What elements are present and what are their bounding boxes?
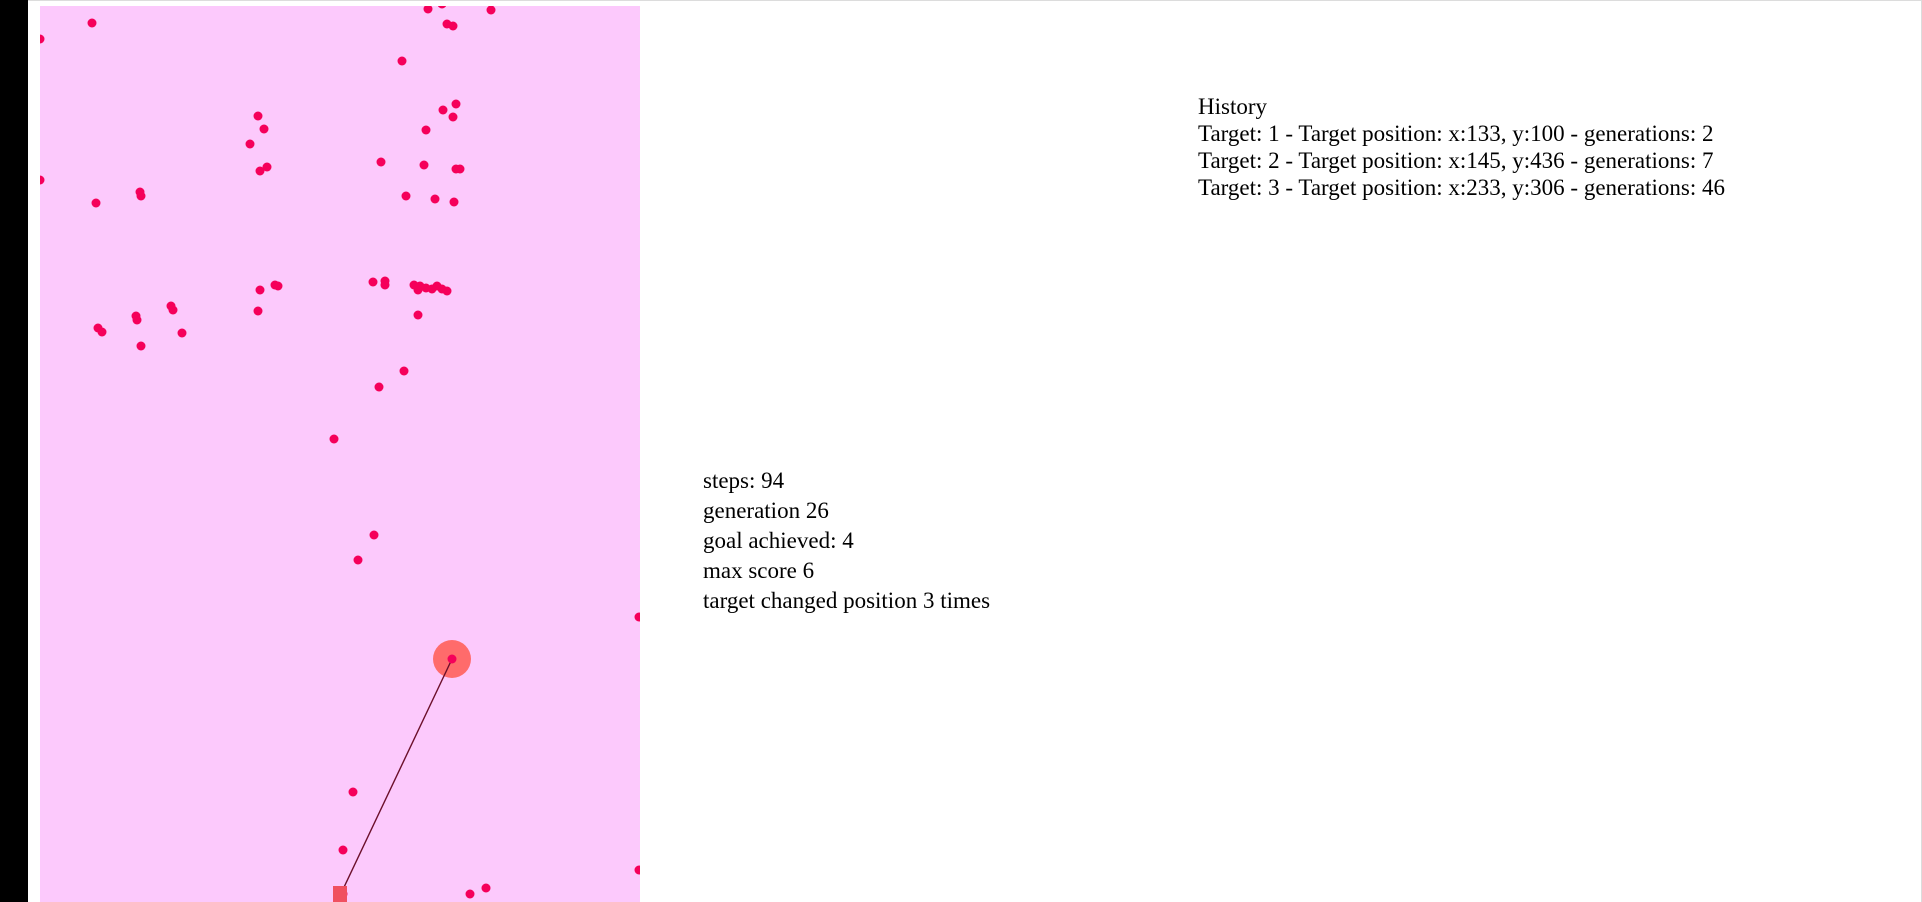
agent-dot <box>338 845 348 855</box>
page-top-border <box>28 0 1922 1</box>
agent-dot <box>91 198 101 208</box>
agent-dot <box>255 166 265 176</box>
agent-dot <box>253 111 263 121</box>
agent-dot <box>380 280 390 290</box>
generation-counter: generation 26 <box>703 498 829 523</box>
agent-dot <box>430 194 440 204</box>
agent-dot <box>448 21 458 31</box>
agent-dot <box>481 883 491 893</box>
history-entry: Target: 2 - Target position: x:145, y:43… <box>1198 148 1714 173</box>
canvas-background <box>40 6 640 902</box>
agent-dot <box>245 139 255 149</box>
agent-dot <box>374 382 384 392</box>
agent-dot <box>87 18 97 28</box>
stats-panel: steps: 94 generation 26 goal achieved: 4… <box>703 466 990 616</box>
agent-dot <box>136 341 146 351</box>
window-left-edge <box>0 0 28 902</box>
agent-dot <box>465 889 475 899</box>
agent-dot <box>451 99 461 109</box>
agent-dot <box>438 105 448 115</box>
agent-dot <box>253 306 263 316</box>
agent-dot <box>97 327 107 337</box>
history-entry: Target: 3 - Target position: x:233, y:30… <box>1198 175 1725 200</box>
agent-dot <box>259 124 269 134</box>
history-panel: History Target: 1 - Target position: x:1… <box>1198 93 1725 201</box>
agent-dot <box>449 197 459 207</box>
agent-dot <box>368 277 378 287</box>
agent-dot <box>419 160 429 170</box>
agent-dot <box>448 112 458 122</box>
goal-achieved-counter: goal achieved: 4 <box>703 528 854 553</box>
agent-dot <box>399 366 409 376</box>
agent-dot <box>401 191 411 201</box>
agent-dot <box>421 125 431 135</box>
steps-counter: steps: 94 <box>703 468 785 493</box>
agent-dot <box>376 157 386 167</box>
simulation-canvas-container <box>40 6 640 902</box>
max-score-counter: max score 6 <box>703 558 815 583</box>
agent-dot <box>348 787 358 797</box>
target-center-dot <box>447 654 457 664</box>
agent-dot <box>369 530 379 540</box>
agent-dot <box>455 164 465 174</box>
target-changes-counter: target changed position 3 times <box>703 588 991 613</box>
agent-dot <box>413 310 423 320</box>
agent-dot <box>273 281 283 291</box>
agent-dot <box>353 555 363 565</box>
agent-dot <box>177 328 187 338</box>
simulation-canvas[interactable] <box>40 6 640 902</box>
start-square <box>333 886 347 902</box>
agent-dot <box>168 305 178 315</box>
history-title: History <box>1198 94 1267 119</box>
agent-dot <box>442 286 452 296</box>
agent-dot <box>136 191 146 201</box>
agent-dot <box>132 315 142 325</box>
agent-dot <box>397 56 407 66</box>
agent-dot <box>329 434 339 444</box>
agent-dot <box>413 285 423 295</box>
history-entry: Target: 1 - Target position: x:133, y:10… <box>1198 121 1714 146</box>
agent-dot <box>255 285 265 295</box>
